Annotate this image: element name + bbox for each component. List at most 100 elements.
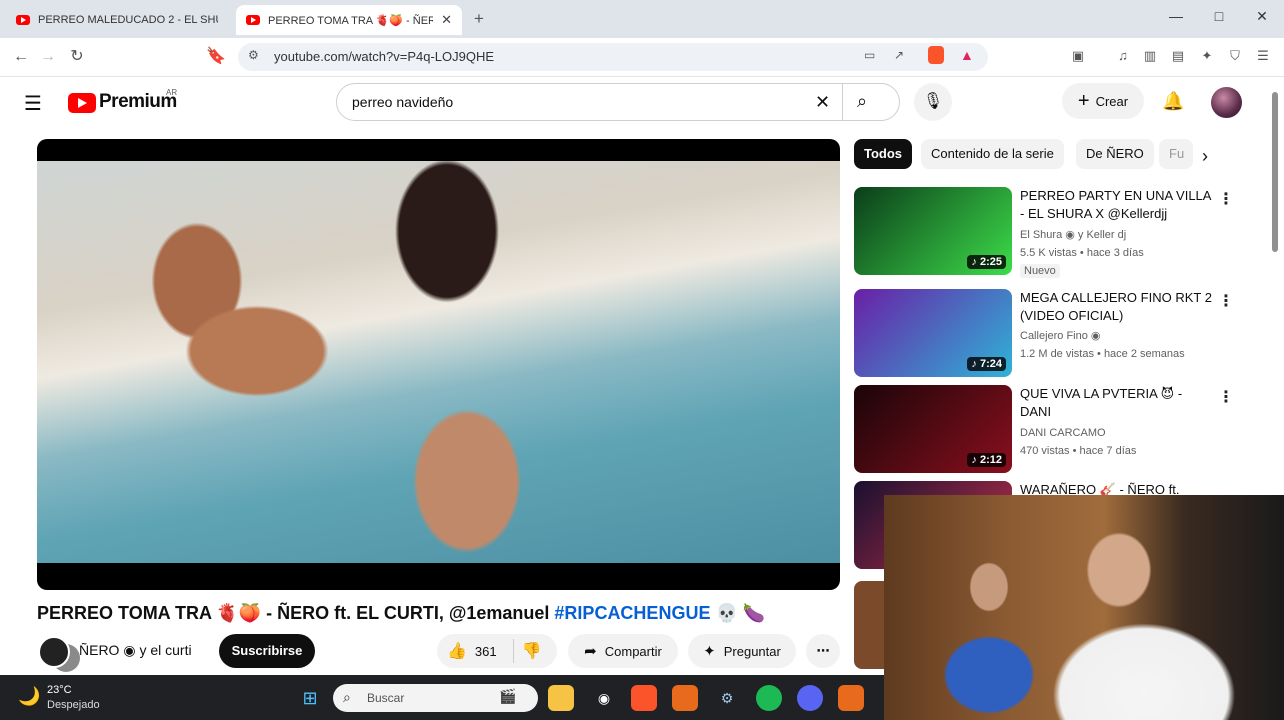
- site-settings-icon[interactable]: ⚙: [248, 48, 259, 62]
- like-divider: [512, 639, 514, 663]
- browser-toolbar: ← → ↻ 🔖 ⚙ youtube.com/watch?v=P4q-LOJ9QH…: [0, 38, 1284, 77]
- search-box[interactable]: perreo navideño ✕ ⌕: [336, 83, 900, 121]
- share-button[interactable]: ➦ Compartir: [568, 634, 678, 668]
- ask-button[interactable]: ✦ Preguntar: [688, 634, 796, 668]
- discord-icon[interactable]: [797, 685, 823, 711]
- recommendation-item[interactable]: ♪ 2:12 QUE VIVA LA PVTERIA 😈 - DANI DANI…: [854, 385, 1274, 473]
- steam-icon[interactable]: ⚙: [714, 685, 740, 711]
- fl-studio-icon[interactable]: [672, 685, 698, 711]
- recommendation-meta: 470 vistas • hace 7 días: [1020, 445, 1137, 457]
- close-tab-icon[interactable]: ✕: [441, 12, 452, 28]
- moon-weather-icon[interactable]: 🌙: [18, 686, 40, 707]
- channel-avatar[interactable]: [38, 636, 70, 668]
- recommendation-channel[interactable]: DANI CARCAMO: [1020, 424, 1106, 442]
- music-icon[interactable]: ♫: [1113, 46, 1133, 66]
- recommendation-title[interactable]: PERREO PARTY EN UNA VILLA - EL SHURA X @…: [1020, 187, 1212, 223]
- recommendation-channel[interactable]: Callejero Fino ◉: [1020, 327, 1101, 345]
- recommendation-title[interactable]: MEGA CALLEJERO FINO RKT 2 (VIDEO OFICIAL…: [1020, 289, 1212, 325]
- search-icon[interactable]: ⌕: [857, 91, 867, 112]
- video-player[interactable]: [37, 139, 840, 590]
- like-icon[interactable]: 👍: [447, 641, 467, 661]
- more-options-icon[interactable]: ⋮: [1218, 189, 1234, 209]
- recommendation-thumbnail[interactable]: ♪ 2:12: [854, 385, 1012, 473]
- recommendation-item[interactable]: ♪ 2:25 PERREO PARTY EN UNA VILLA - EL SH…: [854, 187, 1274, 279]
- recommendation-meta: 1.2 M de vistas • hace 2 semanas: [1020, 348, 1185, 360]
- recommendation-meta: 5.5 K vistas • hace 3 días: [1020, 247, 1144, 259]
- notifications-bell-icon[interactable]: 🔔: [1162, 91, 1184, 112]
- windows-start-icon[interactable]: ⊞: [297, 685, 323, 711]
- new-tab-button[interactable]: +: [474, 9, 484, 29]
- more-options-icon[interactable]: ⋮: [1218, 291, 1234, 311]
- cast-icon[interactable]: ▭: [864, 48, 875, 62]
- channel-name[interactable]: ÑERO ◉ y el curti: [79, 642, 192, 659]
- recommendation-title[interactable]: QUE VIVA LA PVTERIA 😈 - DANI: [1020, 385, 1212, 421]
- youtube-logo-icon[interactable]: [68, 93, 96, 113]
- more-options-icon[interactable]: ⋮: [1218, 387, 1234, 407]
- ask-label: Preguntar: [723, 643, 781, 659]
- brave-shield-icon[interactable]: [928, 46, 944, 64]
- search-input[interactable]: perreo navideño: [352, 94, 453, 110]
- browser-tab-1[interactable]: PERREO MALEDUCADO 2 - EL SHURA: [6, 5, 228, 35]
- like-dislike-group: 👍 361 👎: [437, 634, 557, 668]
- fl-studio-icon[interactable]: [838, 685, 864, 711]
- video-title: PERREO TOMA TRA 🫀🍑 - ÑERO ft. EL CURTI, …: [37, 603, 765, 624]
- youtube-header: ☰ Premium AR perreo navideño ✕ ⌕ 🎙 + Cre…: [0, 77, 1284, 129]
- reload-icon[interactable]: ↻: [66, 46, 88, 68]
- clear-search-icon[interactable]: ✕: [815, 92, 830, 113]
- chip-series[interactable]: Contenido de la serie: [921, 139, 1064, 169]
- new-badge: Nuevo: [1020, 264, 1060, 278]
- brave-rewards-icon[interactable]: ▲: [960, 47, 974, 63]
- minimize-button[interactable]: —: [1166, 8, 1186, 24]
- youtube-favicon-icon: [16, 15, 30, 25]
- taskbar-search[interactable]: ⌕ Buscar 🎬: [333, 684, 538, 712]
- webcam-overlay: [884, 495, 1284, 720]
- url-text: youtube.com/watch?v=P4q-LOJ9QHE: [274, 49, 495, 64]
- obs-icon[interactable]: ◉: [591, 685, 617, 711]
- spotify-icon[interactable]: [756, 685, 782, 711]
- close-window-button[interactable]: ✕: [1252, 8, 1272, 25]
- file-explorer-icon[interactable]: [548, 685, 574, 711]
- sparkle-icon: ✦: [703, 643, 716, 660]
- bookmark-icon[interactable]: 🔖: [205, 46, 227, 68]
- chip-more[interactable]: Fu: [1159, 139, 1193, 169]
- chevron-right-icon[interactable]: ›: [1202, 146, 1208, 167]
- more-actions-icon[interactable]: ⋯: [806, 634, 840, 668]
- recommendation-thumbnail[interactable]: [854, 581, 884, 669]
- sidebar-icon[interactable]: ▥: [1140, 46, 1160, 66]
- wallet-card-icon[interactable]: ▤: [1168, 46, 1188, 66]
- forward-arrow-icon[interactable]: →: [37, 46, 59, 68]
- back-arrow-icon[interactable]: ←: [10, 46, 32, 68]
- brave-browser-icon[interactable]: [631, 685, 657, 711]
- page-scrollbar[interactable]: [1272, 92, 1278, 252]
- vpn-icon[interactable]: ⛉: [1225, 46, 1245, 66]
- subscribe-button[interactable]: Suscribirse: [219, 634, 315, 668]
- browser-tab-2[interactable]: PERREO TOMA TRA 🫀🍑 - ÑER ✕: [236, 5, 462, 35]
- microphone-icon[interactable]: 🎙: [914, 83, 952, 121]
- recommendation-thumbnail[interactable]: ♪ 2:25: [854, 187, 1012, 275]
- weather-temperature[interactable]: 23°C: [47, 684, 72, 696]
- like-count[interactable]: 361: [475, 644, 497, 659]
- youtube-favicon-icon: [246, 15, 260, 25]
- video-title-end: 💀 🍆: [710, 603, 766, 623]
- address-bar[interactable]: ⚙ youtube.com/watch?v=P4q-LOJ9QHE ▭ ↗ ▲: [238, 43, 988, 71]
- maximize-button[interactable]: □: [1209, 8, 1229, 24]
- video-frame: [37, 161, 840, 563]
- hamburger-menu-icon[interactable]: ☰: [24, 91, 42, 116]
- avatar[interactable]: [1211, 87, 1242, 118]
- weather-description[interactable]: Despejado: [47, 699, 100, 711]
- recommendation-item[interactable]: ♪ 7:24 MEGA CALLEJERO FINO RKT 2 (VIDEO …: [854, 289, 1274, 377]
- video-title-main: PERREO TOMA TRA 🫀🍑 - ÑERO ft. EL CURTI, …: [37, 603, 555, 623]
- recommendation-thumbnail[interactable]: ♪ 7:24: [854, 289, 1012, 377]
- wallet-icon[interactable]: ▣: [1068, 46, 1088, 66]
- share-icon[interactable]: ↗: [894, 48, 904, 62]
- chip-todos[interactable]: Todos: [854, 139, 913, 169]
- leo-icon[interactable]: ✦: [1197, 46, 1217, 66]
- tab-title: PERREO MALEDUCADO 2 - EL SHURA: [38, 14, 218, 26]
- create-button[interactable]: + Crear: [1062, 83, 1144, 119]
- menu-icon[interactable]: ☰: [1253, 46, 1273, 66]
- dislike-icon[interactable]: 👎: [522, 641, 542, 661]
- recommendation-channel[interactable]: El Shura ◉ y Keller dj: [1020, 226, 1126, 244]
- chip-de-nero[interactable]: De ÑERO: [1076, 139, 1154, 169]
- hashtag-link[interactable]: #RIPCACHENGUE: [554, 603, 710, 623]
- duration-badge: ♪ 2:25: [967, 255, 1006, 269]
